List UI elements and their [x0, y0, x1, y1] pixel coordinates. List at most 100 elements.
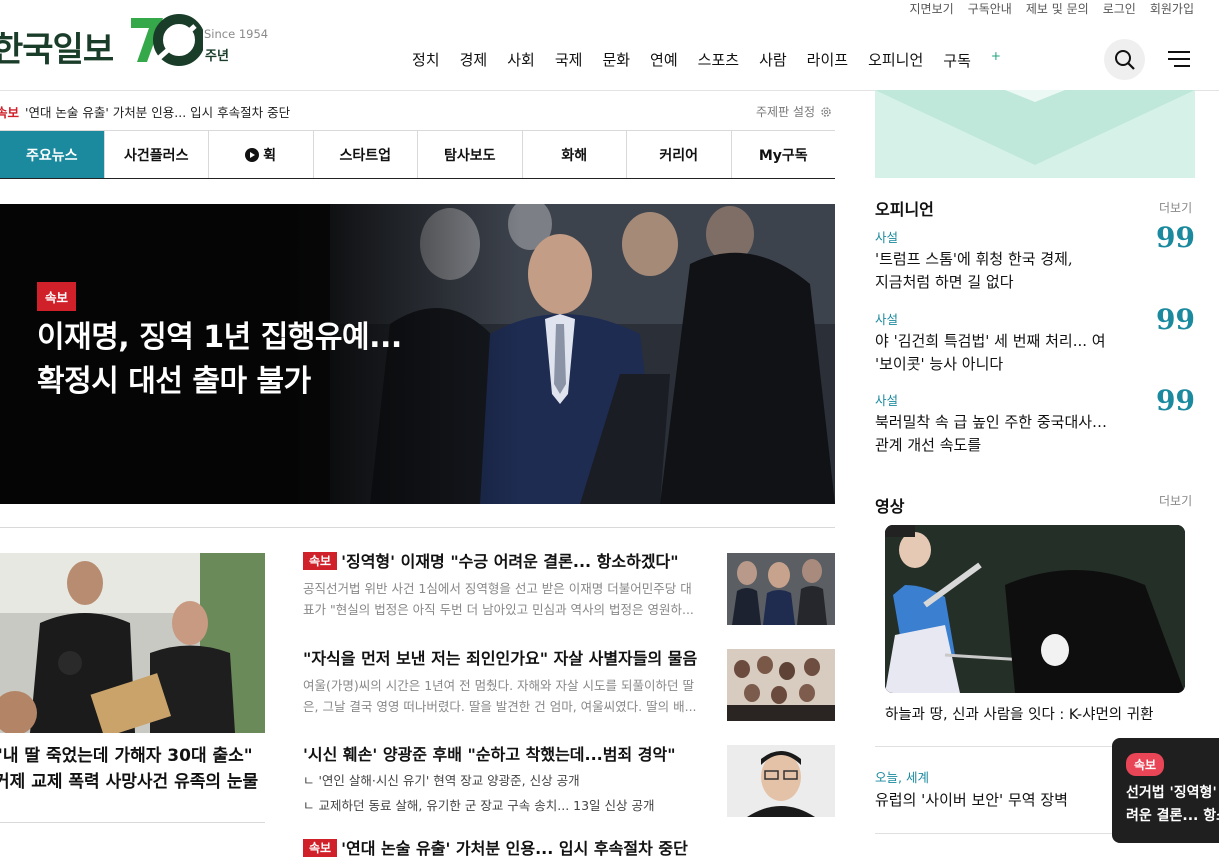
utility-link-paper[interactable]: 지면보기 — [910, 0, 954, 16]
opinion-title-line: '트럼프 스톰'에 휘청 한국 경제, — [875, 250, 1073, 268]
news-related-link[interactable]: ㄴ 교제하던 동료 살해, 유기한 군 장교 구속 송치... 13일 신상 공… — [303, 793, 708, 818]
popup-breaking-badge: 속보 — [1126, 753, 1165, 776]
tab-career[interactable]: 커리어 — [627, 131, 732, 178]
quote-icon: 99 — [1156, 303, 1195, 336]
opinion-item[interactable]: 사설 야 '김건희 특검법' 세 번째 처리... 여 '보이콧' 능사 아니다… — [875, 303, 1195, 376]
quote-icon: 99 — [1156, 221, 1195, 254]
section-divider — [0, 527, 835, 528]
nav-subscribe-plus: + — [990, 49, 1001, 63]
logo-since: Since 1954 — [204, 27, 269, 41]
search-icon — [1114, 49, 1135, 70]
opinion-tag: 사설 — [875, 230, 899, 245]
utility-links: 지면보기 구독안내 제보 및 문의 로그인 회원가입 — [910, 0, 1194, 16]
feature-title-line1: "내 딸 죽었는데 가해자 30대 출소" — [0, 746, 253, 766]
tab-startup[interactable]: 스타트업 — [314, 131, 418, 178]
news-thumbnail[interactable] — [727, 649, 835, 721]
news-thumbnail-image — [727, 649, 835, 721]
opinion-more-link[interactable]: 더보기 — [1159, 199, 1192, 216]
menu-icon[interactable] — [1168, 50, 1190, 68]
gear-icon — [821, 106, 831, 117]
today-world-title[interactable]: 유럽의 '사이버 보안' 무역 장벽 — [875, 789, 1068, 810]
news-thumbnail-image — [727, 745, 835, 817]
utility-link-tip[interactable]: 제보 및 문의 — [1026, 0, 1089, 16]
tab-main-news[interactable]: 주요뉴스 — [0, 131, 105, 178]
opinion-item[interactable]: 사설 '트럼프 스톰'에 휘청 한국 경제, 지금처럼 하면 길 없다 99 — [875, 221, 1195, 294]
opinion-title: '트럼프 스톰'에 휘청 한국 경제, 지금처럼 하면 길 없다 — [875, 248, 1195, 294]
search-button[interactable] — [1104, 39, 1145, 80]
opinion-title-line: 북러밀착 속 급 높인 주한 중국대사… — [875, 413, 1108, 431]
news-headline[interactable]: 속보 '징역형' 이재명 "수긍 어려운 결론... 항소하겠다" — [303, 551, 708, 572]
video-player-thumbnail[interactable] — [885, 525, 1185, 693]
nav-item-culture[interactable]: 문화 — [602, 49, 630, 71]
news-item[interactable]: '시신 훼손' 양광준 후배 "순하고 착했는데...범죄 경악" ㄴ '연인 … — [303, 745, 708, 818]
logo-anniversary: 주년 — [205, 49, 229, 64]
tab-hwik[interactable]: 휙 — [209, 131, 314, 178]
main-nav: 정치 경제 사회 국제 문화 연예 스포츠 사람 라이프 오피니언 구독 + — [412, 49, 1021, 71]
ad-banner[interactable] — [875, 90, 1195, 178]
feature-divider — [0, 822, 265, 823]
video-section-title[interactable]: 영상 — [875, 493, 904, 517]
tab-incident-plus[interactable]: 사건플러스 — [105, 131, 209, 178]
utility-link-login[interactable]: 로그인 — [1103, 0, 1136, 16]
topic-setting-button[interactable]: 주제판 설정 — [756, 103, 832, 120]
nav-item-entertainment[interactable]: 연예 — [650, 49, 678, 71]
video-caption[interactable]: 하늘과 땅, 신과 사람을 잇다 : K-샤먼의 귀환 — [885, 703, 1153, 724]
feature-title-line2: 거제 교제 폭력 사망사건 유족의 눈물 — [0, 772, 259, 792]
news-related: ㄴ '연인 살해·시신 유기' 현역 장교 양광준, 신상 공개 ㄴ 교제하던 … — [303, 768, 708, 818]
news-item[interactable]: 속보 '징역형' 이재명 "수긍 어려운 결론... 항소하겠다" 공직선거법 위… — [303, 551, 708, 621]
popup-text: 선거법 '징역형' 려운 결론... 항소 — [1126, 782, 1219, 828]
news-summary-line: 공직선거법 위반 사건 1심에서 징역형을 선고 받은 이재명 더불어민주당 대 — [303, 581, 692, 596]
quote-icon: 99 — [1156, 384, 1195, 417]
utility-link-signup[interactable]: 회원가입 — [1150, 0, 1194, 16]
site-logo-text[interactable]: 한국일보 — [0, 22, 114, 71]
utility-link-subscribe-info[interactable]: 구독안내 — [968, 0, 1012, 16]
hero-article[interactable]: 속보 이재명, 징역 1년 집행유예... 확정시 대선 출마 불가 — [0, 204, 835, 504]
feature-photo[interactable] — [0, 553, 265, 733]
tab-my-subscription[interactable]: My구독 — [732, 131, 836, 178]
logo-70-emblem[interactable] — [129, 12, 203, 66]
news-headline[interactable]: "자식을 먼저 보낸 저는 죄인인가요" 자살 사별자들의 물음 — [303, 649, 708, 669]
breaking-ticker[interactable]: 속보 '연대 논술 유출' 가처분 인용... 입시 후속절차 중단 — [0, 102, 290, 121]
news-summary-line: 은, 그날 결국 영영 떠나버렸다. 딸을 발견한 건 엄마, 여울씨였다. 딸… — [303, 699, 697, 714]
play-icon — [245, 147, 260, 162]
ad-banner-art — [875, 90, 1195, 178]
nav-item-subscribe[interactable]: 구독 + — [943, 49, 1001, 71]
news-thumbnail[interactable] — [727, 745, 835, 817]
nav-item-opinion[interactable]: 오피니언 — [868, 49, 923, 71]
nav-item-life[interactable]: 라이프 — [807, 49, 848, 71]
news-headline-text: '징역형' 이재명 "수긍 어려운 결론... 항소하겠다" — [341, 552, 679, 571]
ticker-tag: 속보 — [0, 105, 20, 120]
opinion-title: 북러밀착 속 급 높인 주한 중국대사… 관계 개선 속도를 — [875, 411, 1195, 457]
news-item[interactable]: 속보 '연대 논술 유출' 가처분 인용... 입시 후속절차 중단 — [303, 838, 708, 859]
breaking-popup[interactable]: 속보 선거법 '징역형' 려운 결론... 항소 — [1112, 738, 1219, 843]
tab-investigative[interactable]: 탐사보도 — [418, 131, 523, 178]
feature-photo-image — [0, 553, 265, 733]
opinion-title-line: 야 '김건희 특검법' 세 번째 처리... 여 — [875, 332, 1106, 350]
news-item[interactable]: "자식을 먼저 보낸 저는 죄인인가요" 자살 사별자들의 물음 여울(가명)씨… — [303, 649, 708, 718]
news-summary: 공직선거법 위반 사건 1심에서 징역형을 선고 받은 이재명 더불어민주당 대… — [303, 578, 708, 621]
nav-subscribe-label: 구독 — [943, 52, 971, 70]
hero-title[interactable]: 이재명, 징역 1년 집행유예... 확정시 대선 출마 불가 — [37, 316, 457, 404]
news-headline[interactable]: '시신 훼손' 양광준 후배 "순하고 착했는데...범죄 경악" — [303, 745, 708, 765]
today-world-tag[interactable]: 오늘, 세계 — [875, 767, 929, 786]
opinion-item[interactable]: 사설 북러밀착 속 급 높인 주한 중국대사… 관계 개선 속도를 99 — [875, 384, 1195, 457]
news-summary-line: 표가 "현실의 법정은 아직 두번 더 남아있고 민심과 역사의 법정은 영원하… — [303, 602, 694, 617]
popup-text-line: 려운 결론... 항소 — [1126, 808, 1219, 824]
video-more-link[interactable]: 더보기 — [1159, 492, 1192, 509]
nav-item-society[interactable]: 사회 — [507, 49, 535, 71]
opinion-title: 야 '김건희 특검법' 세 번째 처리... 여 '보이콧' 능사 아니다 — [875, 330, 1195, 376]
nav-item-politics[interactable]: 정치 — [412, 49, 440, 71]
news-headline[interactable]: 속보 '연대 논술 유출' 가처분 인용... 입시 후속절차 중단 — [303, 838, 708, 859]
nav-item-sports[interactable]: 스포츠 — [698, 49, 739, 71]
ticker-text: '연대 논술 유출' 가처분 인용... 입시 후속절차 중단 — [25, 105, 291, 120]
tab-reconciliation[interactable]: 화해 — [523, 131, 627, 178]
feature-title[interactable]: "내 딸 죽었는데 가해자 30대 출소" 거제 교제 폭력 사망사건 유족의 … — [0, 743, 269, 795]
nav-item-world[interactable]: 국제 — [555, 49, 583, 71]
opinion-section-title[interactable]: 오피니언 — [875, 196, 934, 220]
breaking-badge: 속보 — [303, 552, 338, 570]
section-tabs: 주요뉴스 사건플러스 휙 스타트업 탐사보도 화해 커리어 My구독 — [0, 130, 835, 179]
nav-item-economy[interactable]: 경제 — [460, 49, 488, 71]
news-related-link[interactable]: ㄴ '연인 살해·시신 유기' 현역 장교 양광준, 신상 공개 — [303, 768, 708, 793]
news-thumbnail[interactable] — [727, 553, 835, 625]
nav-item-people[interactable]: 사람 — [759, 49, 787, 71]
